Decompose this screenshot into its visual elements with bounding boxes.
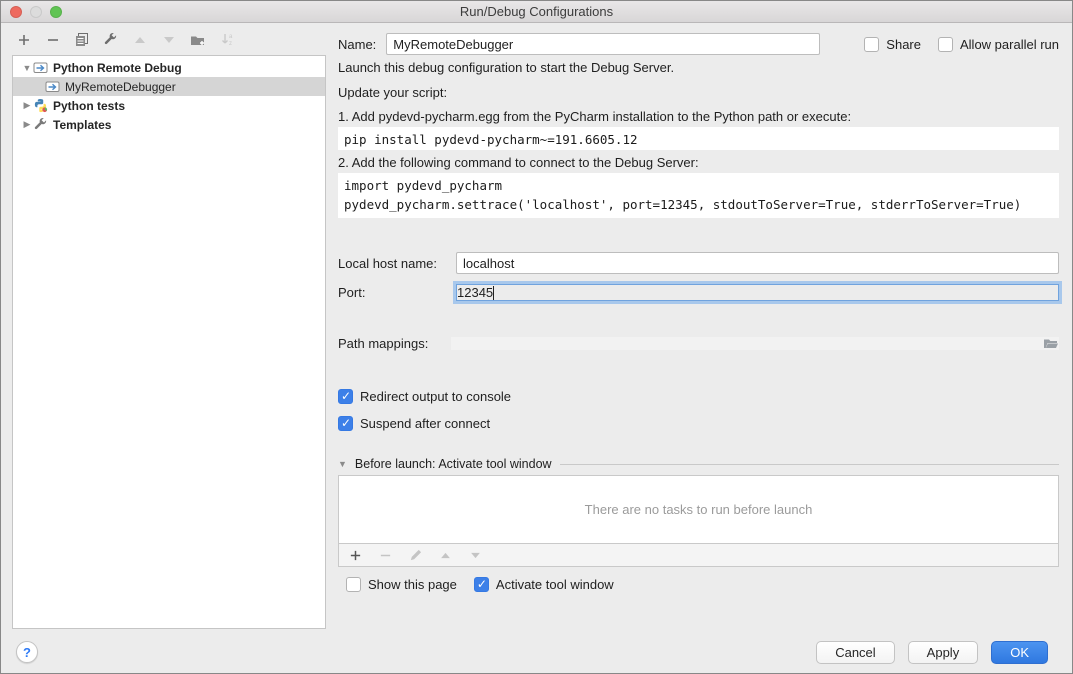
allow-parallel-run-checkbox[interactable] [938,37,953,52]
intro-text: Launch this debug configuration to start… [338,60,674,75]
new-folder-icon[interactable] [189,31,206,48]
text-cursor [493,286,494,300]
port-label: Port: [338,285,365,300]
tree-item-label: Python tests [53,99,125,113]
path-mappings-input[interactable] [451,337,1059,350]
help-button[interactable]: ? [16,641,38,663]
empty-tasks-text: There are no tasks to run before launch [585,502,813,517]
before-launch-task-list: There are no tasks to run before launch [338,475,1059,544]
before-launch-toolbar [338,544,1059,567]
svg-text:z: z [229,41,232,47]
dialog-buttons: Cancel Apply OK [816,641,1048,664]
configurations-toolbar: a z [15,31,235,48]
move-up-icon[interactable] [131,31,148,48]
chevron-down-icon[interactable]: ▼ [21,63,33,73]
copy-icon[interactable] [73,31,90,48]
tree-item-python-tests[interactable]: ▶ Python tests [13,96,325,115]
add-icon[interactable] [347,547,364,564]
tree-item-python-remote-debug[interactable]: ▼ Python Remote Debug [13,58,325,77]
header-rule [560,464,1059,465]
before-launch-header[interactable]: ▼ Before launch: Activate tool window [338,457,1059,471]
move-down-icon[interactable] [467,547,484,564]
share-checkbox[interactable] [864,37,879,52]
tree-item-label: Python Remote Debug [53,61,182,75]
templates-wrench-icon [33,117,49,132]
help-question-icon: ? [23,645,31,660]
allow-parallel-run-label: Allow parallel run [960,37,1059,52]
pip-install-code: pip install pydevd-pycharm~=191.6605.12 [338,127,1059,150]
apply-button[interactable]: Apply [908,641,979,664]
local-host-name-input[interactable] [456,252,1059,274]
before-launch-title: Before launch: Activate tool window [355,457,552,471]
port-input[interactable]: 12345 [456,284,1059,301]
remote-debug-config-icon [45,79,61,94]
update-script-text: Update your script: [338,85,447,100]
settrace-code-line1: import pydevd_pycharm [344,178,502,193]
share-label: Share [886,37,921,52]
chevron-right-icon[interactable]: ▶ [21,100,33,111]
remove-icon[interactable] [44,31,61,48]
chevron-right-icon[interactable]: ▶ [21,119,33,130]
path-mappings-label: Path mappings: [338,336,428,351]
step1-text: 1. Add pydevd-pycharm.egg from the PyCha… [338,109,851,124]
python-tests-icon [33,98,49,113]
edit-defaults-wrench-icon[interactable] [102,31,119,48]
redirect-output-checkbox[interactable] [338,389,353,404]
show-this-page-label: Show this page [368,577,457,592]
activate-tool-window-checkbox[interactable] [474,577,489,592]
ok-button[interactable]: OK [991,641,1048,664]
remote-debug-config-icon [33,60,49,75]
settrace-code-line2: pydevd_pycharm.settrace('localhost', por… [344,197,1021,212]
svg-text:a: a [229,34,233,40]
browse-folder-icon[interactable] [1043,337,1059,350]
move-down-icon[interactable] [160,31,177,48]
add-icon[interactable] [15,31,32,48]
tree-item-label: Templates [53,118,111,132]
sort-alphabetically-icon[interactable]: a z [218,31,235,48]
cancel-button[interactable]: Cancel [816,641,894,664]
show-this-page-checkbox[interactable] [346,577,361,592]
configurations-tree: ▼ Python Remote Debug MyRemoteDebugger ▶ [12,55,326,629]
local-host-name-label: Local host name: [338,256,437,271]
remove-icon[interactable] [377,547,394,564]
suspend-after-connect-checkbox[interactable] [338,416,353,431]
configuration-editor: Name: Share Allow parallel run Launch th… [338,1,1059,674]
edit-pencil-icon[interactable] [407,547,424,564]
name-label: Name: [338,37,376,52]
name-input[interactable] [386,33,820,55]
tree-item-myremotedebugger[interactable]: MyRemoteDebugger [13,77,325,96]
tree-item-label: MyRemoteDebugger [65,80,176,94]
suspend-after-connect-label: Suspend after connect [360,416,490,431]
collapse-triangle-icon[interactable]: ▼ [338,459,347,469]
step2-text: 2. Add the following command to connect … [338,155,699,170]
settrace-code: import pydevd_pycharm pydevd_pycharm.sett… [338,173,1059,218]
run-debug-configurations-dialog: Run/Debug Configurations [0,0,1073,674]
redirect-output-label: Redirect output to console [360,389,511,404]
move-up-icon[interactable] [437,547,454,564]
activate-tool-window-label: Activate tool window [496,577,614,592]
tree-item-templates[interactable]: ▶ Templates [13,115,325,134]
